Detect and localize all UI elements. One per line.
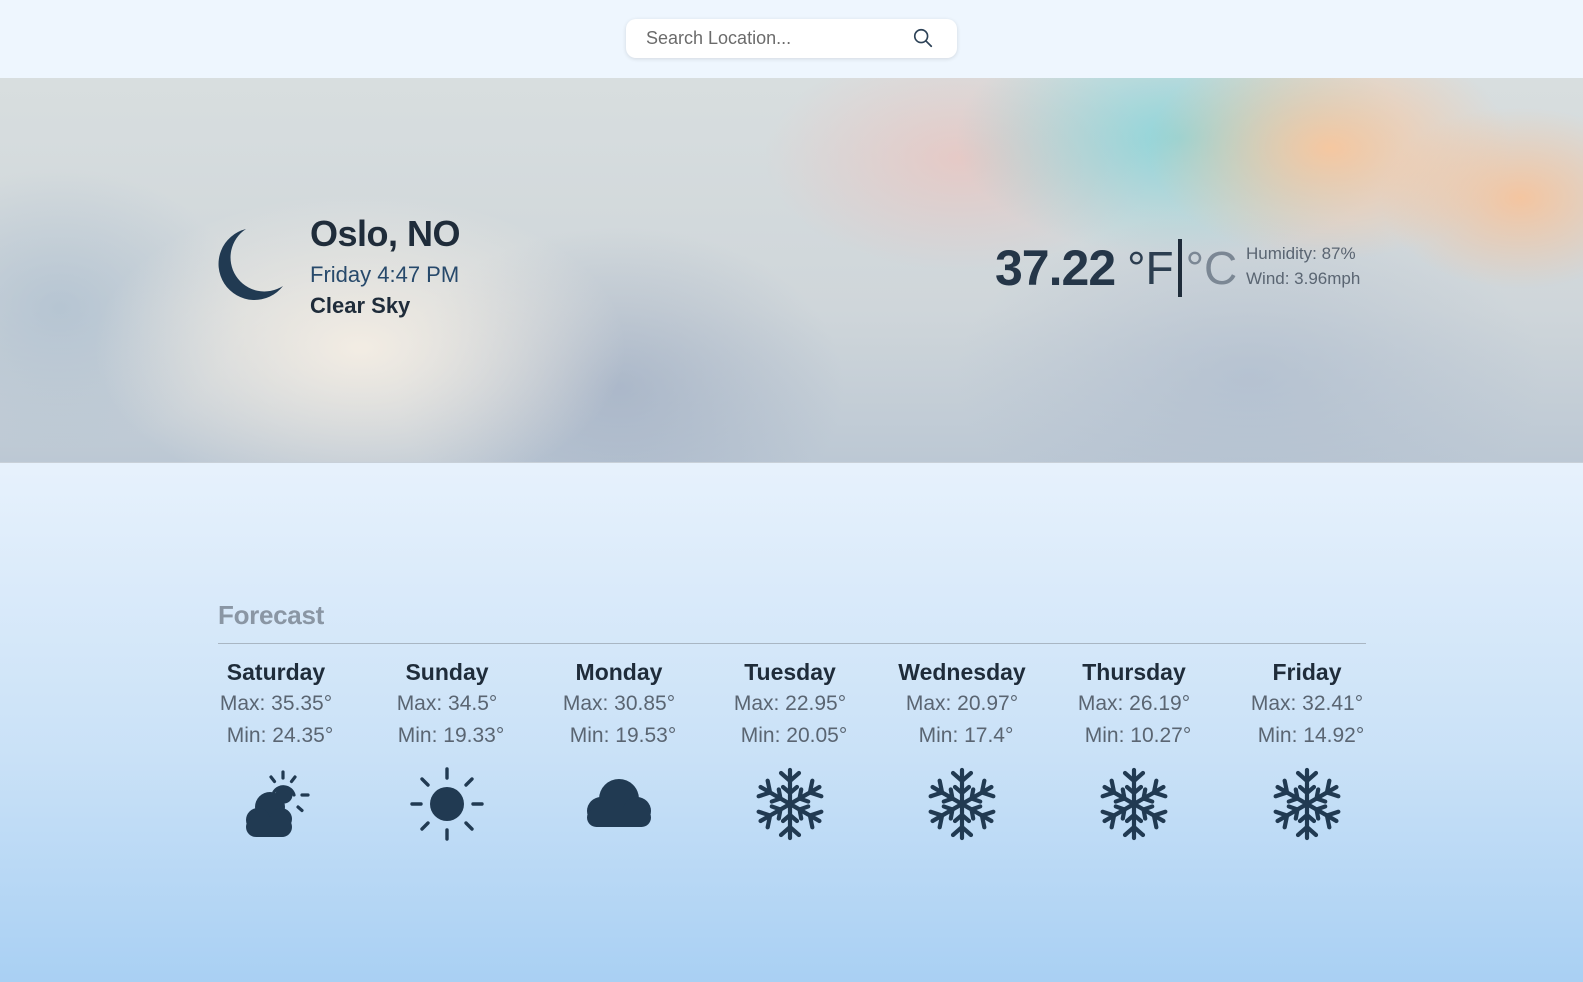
snowflake-icon <box>756 767 824 841</box>
forecast-day: Monday Max: 30.85° Min: 19.53° <box>534 656 704 836</box>
day-min-temp: Min: 14.92° <box>1257 724 1365 747</box>
snowflake-icon <box>1273 767 1341 841</box>
current-condition: Clear Sky <box>310 293 411 318</box>
sun-icon <box>410 767 484 841</box>
hero-divider <box>0 462 1583 463</box>
top-bar <box>0 0 1583 79</box>
forecast-divider <box>218 643 1366 644</box>
day-min-temp: Min: 24.35° <box>226 724 334 747</box>
day-min-temp: Min: 17.4° <box>918 724 1014 747</box>
forecast-day: Wednesday Max: 20.97° Min: 17.4° <box>877 656 1047 841</box>
cloud-icon <box>587 779 651 827</box>
day-name: Monday <box>575 659 663 685</box>
current-datetime: Friday 4:47 PM <box>310 262 460 287</box>
day-max-temp: Max: 22.95° <box>733 692 847 715</box>
temperature-value: 37.22 <box>995 240 1116 296</box>
fahrenheit-toggle[interactable]: °F <box>1127 241 1174 295</box>
day-name: Wednesday <box>898 659 1026 685</box>
day-max-temp: Max: 35.35° <box>219 692 333 715</box>
forecast-title: Forecast <box>218 600 324 630</box>
forecast-day: Friday Max: 32.41° Min: 14.92° <box>1222 656 1392 841</box>
partly-cloudy-icon <box>246 770 310 837</box>
humidity-readout: Humidity: 87% <box>1246 244 1356 263</box>
wind-readout: Wind: 3.96mph <box>1246 269 1361 288</box>
search-box[interactable] <box>626 19 957 58</box>
snowflake-icon <box>928 767 996 841</box>
current-weather-hero: Oslo, NO Friday 4:47 PM Clear Sky 37.22 … <box>0 78 1583 463</box>
snowflake-icon <box>1100 767 1168 841</box>
search-input[interactable] <box>646 19 906 58</box>
day-max-temp: Max: 20.97° <box>905 692 1019 715</box>
day-name: Saturday <box>226 659 326 685</box>
day-max-temp: Max: 32.41° <box>1250 692 1364 715</box>
day-min-temp: Min: 10.27° <box>1084 724 1192 747</box>
moon-icon <box>218 229 283 300</box>
forecast-day: Tuesday Max: 22.95° Min: 20.05° <box>705 656 875 841</box>
day-max-temp: Max: 34.5° <box>396 692 498 715</box>
day-min-temp: Min: 20.05° <box>740 724 848 747</box>
day-name: Thursday <box>1082 659 1186 685</box>
day-name: Tuesday <box>744 659 836 685</box>
unit-separator <box>1177 239 1182 297</box>
day-name: Friday <box>1272 659 1342 685</box>
search-icon[interactable] <box>912 27 934 49</box>
day-max-temp: Max: 26.19° <box>1077 692 1191 715</box>
day-name: Sunday <box>405 659 489 685</box>
temperature-display: 37.22 °F °C <box>995 238 1237 298</box>
forecast-day: Thursday Max: 26.19° Min: 10.27° <box>1049 656 1219 841</box>
location-name: Oslo, NO <box>310 213 461 254</box>
forecast-day: Saturday Max: 35.35° Min: 24.35° <box>191 656 361 837</box>
day-min-temp: Min: 19.33° <box>397 724 505 747</box>
day-min-temp: Min: 19.53° <box>569 724 677 747</box>
celsius-toggle[interactable]: °C <box>1186 241 1238 295</box>
day-max-temp: Max: 30.85° <box>562 692 676 715</box>
forecast-day: Sunday Max: 34.5° Min: 19.33° <box>362 656 532 841</box>
